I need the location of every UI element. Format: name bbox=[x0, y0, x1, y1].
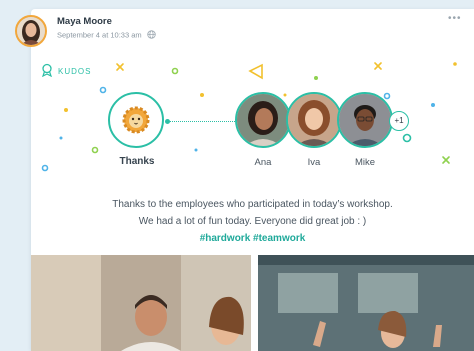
thanks-badge[interactable] bbox=[108, 92, 164, 148]
recipient-name-ana: Ana bbox=[254, 157, 272, 168]
post-photo-2[interactable] bbox=[258, 255, 474, 351]
recipient-name-mike: Mike bbox=[354, 157, 376, 168]
message-line-2: We had a lot of fun today. Everyone did … bbox=[138, 216, 367, 227]
badge-name: Thanks bbox=[119, 156, 155, 167]
post-photo-1[interactable] bbox=[31, 255, 251, 351]
recipient-avatar-mike[interactable] bbox=[337, 92, 393, 148]
recipient-avatar-ana[interactable] bbox=[235, 92, 291, 148]
lion-icon bbox=[110, 106, 162, 150]
recipient-name-iva: Iva bbox=[307, 157, 321, 168]
post-message: Thanks to the employees who participated… bbox=[31, 196, 474, 247]
recipient-avatar-iva[interactable] bbox=[286, 92, 342, 148]
more-recipients-badge[interactable]: +1 bbox=[389, 111, 409, 131]
connector-line bbox=[167, 121, 235, 122]
hashtags-link[interactable]: #hardwork #teamwork bbox=[31, 230, 474, 247]
message-line-1: Thanks to the employees who participated… bbox=[112, 199, 393, 210]
